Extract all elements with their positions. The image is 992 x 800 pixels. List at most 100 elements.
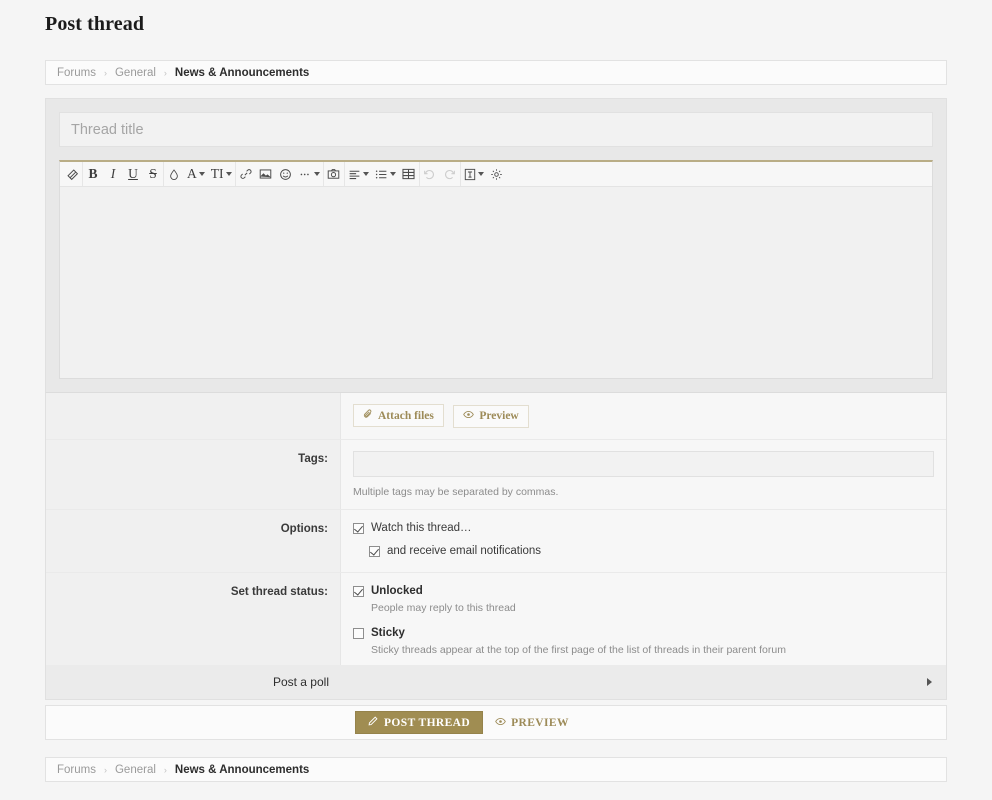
post-a-poll-label: Post a poll (272, 675, 329, 689)
gear-icon[interactable] (487, 163, 507, 186)
toolbar-group-clear (62, 162, 83, 186)
unlocked-description: People may reply to this thread (371, 601, 516, 614)
chevron-right-icon (927, 678, 932, 686)
breadcrumb-item-general[interactable]: General (115, 67, 156, 79)
post-thread-label: POST THREAD (384, 716, 471, 729)
compose-area: B I U S A TI (45, 98, 947, 392)
insert-smilie-icon[interactable] (276, 163, 296, 186)
email-notifications-checkbox[interactable] (369, 545, 380, 557)
undo-button[interactable] (420, 163, 440, 186)
preview-label-bottom: PREVIEW (511, 716, 569, 729)
chevron-down-icon (362, 172, 369, 176)
breadcrumb-top: Forums › General › News & Announcements (45, 60, 947, 85)
breadcrumb-item-general[interactable]: General (115, 764, 156, 776)
row-body-attachments: Attach files Preview (341, 393, 946, 439)
paperclip-icon (363, 409, 373, 422)
preview-button-top[interactable]: Preview (453, 404, 529, 428)
redo-button[interactable] (440, 163, 460, 186)
row-body-thread-status: Unlocked People may reply to this thread… (341, 573, 946, 668)
watch-thread-checkbox[interactable] (353, 522, 364, 534)
pencil-icon (368, 716, 378, 729)
unlocked-label: Unlocked (371, 585, 423, 598)
chevron-right-icon: › (163, 764, 167, 775)
insert-image-icon[interactable] (256, 163, 276, 186)
list-button[interactable] (372, 163, 399, 186)
sticky-group: Sticky Sticky threads appear at the top … (353, 626, 934, 657)
email-notifications-option[interactable]: and receive email notifications (369, 544, 934, 558)
toolbar-group-tools (461, 162, 507, 186)
breadcrumb-bottom: Forums › General › News & Announcements (45, 757, 947, 782)
breadcrumb-item-news-announcements[interactable]: News & Announcements (175, 764, 309, 776)
editor-toolbar: B I U S A TI (60, 162, 932, 187)
chevron-right-icon: › (163, 67, 167, 78)
sticky-description: Sticky threads appear at the top of the … (371, 643, 786, 656)
drafts-button[interactable] (461, 163, 487, 186)
row-tags: Tags: Multiple tags may be separated by … (46, 439, 946, 510)
unlocked-checkbox[interactable] (353, 586, 364, 598)
sticky-option[interactable]: Sticky (353, 626, 934, 640)
toolbar-group-block (345, 162, 420, 186)
toolbar-group-insert (236, 162, 324, 186)
font-size-button[interactable]: TI (208, 163, 235, 186)
attach-files-button[interactable]: Attach files (353, 404, 444, 427)
chevron-down-icon (477, 172, 484, 176)
row-body-options: Watch this thread… and receive email not… (341, 510, 946, 573)
post-a-poll-toggle[interactable]: Post a poll (45, 665, 947, 700)
row-thread-status: Set thread status: Unlocked People may r… (46, 573, 946, 669)
insert-table-icon[interactable] (399, 163, 419, 186)
thread-status-label: Set thread status: (46, 573, 341, 669)
email-notifications-label: and receive email notifications (387, 544, 542, 557)
chevron-down-icon (389, 172, 396, 176)
tags-hint: Multiple tags may be separated by commas… (353, 485, 559, 498)
page-title: Post thread (45, 13, 145, 35)
eye-icon (463, 410, 475, 422)
sticky-checkbox[interactable] (353, 628, 364, 640)
row-body-tags: Multiple tags may be separated by commas… (341, 440, 946, 509)
font-family-button[interactable]: A (184, 163, 208, 186)
options-label: Options: (46, 509, 341, 573)
chevron-right-icon: › (103, 764, 107, 775)
submit-actions: POST THREAD PREVIEW (355, 711, 569, 734)
toolbar-group-style: B I U S (83, 162, 164, 186)
row-options: Options: Watch this thread… and receive … (46, 509, 946, 574)
text-color-icon[interactable] (164, 163, 184, 186)
toolbar-group-history (420, 162, 461, 186)
insert-link-icon[interactable] (236, 163, 256, 186)
row-label-empty (46, 393, 341, 439)
chevron-down-icon (313, 172, 320, 176)
tags-label: Tags: (46, 439, 341, 509)
tags-input[interactable] (353, 450, 934, 477)
breadcrumb-item-forums[interactable]: Forums (57, 764, 96, 776)
preview-label: Preview (479, 410, 519, 422)
sticky-label: Sticky (371, 627, 405, 640)
thread-title-input[interactable] (59, 112, 933, 147)
strikethrough-button[interactable]: S (143, 163, 163, 186)
bold-button[interactable]: B (83, 163, 103, 186)
more-options-button[interactable] (296, 163, 323, 186)
remove-formatting-icon[interactable] (62, 163, 82, 186)
insert-media-icon[interactable] (324, 163, 344, 186)
breadcrumb-item-news-announcements[interactable]: News & Announcements (175, 67, 309, 79)
watch-thread-option[interactable]: Watch this thread… (353, 521, 934, 535)
underline-button[interactable]: U (123, 163, 143, 186)
alignment-button[interactable] (345, 163, 372, 186)
post-thread-page: Post thread Forums › General › News & An… (0, 0, 992, 800)
breadcrumb-item-forums[interactable]: Forums (57, 67, 96, 79)
unlocked-group: Unlocked People may reply to this thread (353, 584, 934, 615)
thread-options-form: Attach files Preview Tags: Multiple tags… (45, 392, 947, 670)
unlocked-option[interactable]: Unlocked (353, 584, 934, 598)
toolbar-group-media (324, 162, 345, 186)
eye-icon (495, 717, 506, 729)
submit-bar: POST THREAD PREVIEW (45, 705, 947, 740)
watch-thread-label: Watch this thread… (371, 521, 472, 534)
toolbar-group-font: A TI (164, 162, 236, 186)
italic-button[interactable]: I (103, 163, 123, 186)
attach-files-label: Attach files (378, 409, 434, 422)
post-thread-button[interactable]: POST THREAD (355, 711, 484, 734)
preview-button-bottom[interactable]: PREVIEW (495, 717, 569, 729)
chevron-down-icon (198, 172, 205, 176)
row-attachments: Attach files Preview (46, 393, 946, 440)
editor-content-area[interactable] (60, 187, 932, 378)
chevron-right-icon: › (103, 67, 107, 78)
rich-text-editor: B I U S A TI (59, 160, 933, 379)
